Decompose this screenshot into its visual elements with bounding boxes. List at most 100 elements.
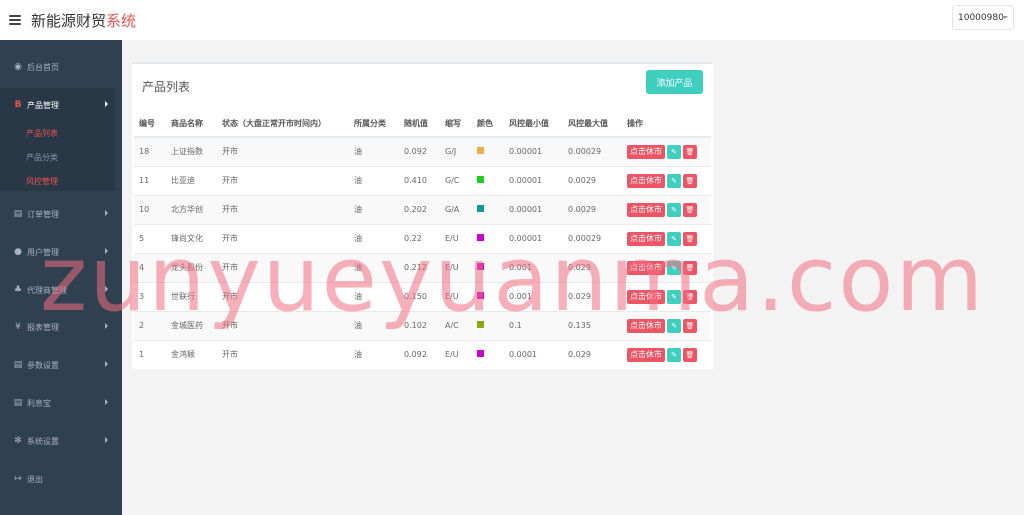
dashboard-icon: ◉ (14, 62, 22, 72)
close-market-button[interactable]: 点击休市 (627, 202, 665, 217)
cell-category: 油 (349, 165, 399, 195)
cell-id: 4 (134, 252, 166, 282)
col-header-risk-min: 风控最小值 (504, 111, 563, 138)
menu-icon[interactable] (9, 15, 21, 25)
cell-random: 0.202 (399, 194, 440, 224)
close-market-button[interactable]: 点击休市 (627, 144, 665, 159)
sidebar-subitem-product-category[interactable]: 产品分类 (26, 152, 58, 163)
sidebar-subitem-risk-control[interactable]: 风控管理 (26, 176, 58, 187)
cell-status: 开市 (217, 310, 349, 340)
cell-risk-max: 0.029 (563, 281, 622, 311)
cell-color (472, 310, 504, 340)
cell-actions: 点击休市 ✎ 🗑 (622, 223, 711, 253)
color-swatch (477, 350, 484, 358)
cell-abbr: E/U (440, 223, 472, 253)
cell-risk-min: 0.1 (504, 310, 563, 340)
sidebar-item-system[interactable]: ✻ 系统设置 (0, 426, 122, 456)
chevron-right-icon (105, 323, 108, 329)
trash-icon[interactable]: 🗑 (683, 144, 697, 159)
pencil-icon[interactable]: ✎ (667, 347, 681, 362)
trash-icon[interactable]: 🗑 (683, 318, 697, 333)
close-market-button[interactable]: 点击休市 (627, 260, 665, 275)
pencil-icon[interactable]: ✎ (667, 202, 681, 217)
close-market-button[interactable]: 点击休市 (627, 318, 665, 333)
cell-id: 1 (134, 339, 166, 369)
sidebar-item-params[interactable]: ▤ 参数设置 (0, 350, 122, 380)
copy-icon: ▤ (13, 360, 23, 370)
cell-status: 开市 (217, 165, 349, 195)
color-swatch (477, 234, 484, 241)
sidebar-item-logout[interactable]: ↦ 退出 (0, 464, 122, 494)
cell-id: 10 (134, 194, 166, 224)
close-market-button[interactable]: 点击休市 (627, 173, 665, 188)
copy-icon: ▤ (13, 398, 23, 408)
cell-category: 油 (349, 281, 399, 311)
col-header-actions: 操作 (622, 111, 711, 138)
close-market-button[interactable]: 点击休市 (627, 347, 665, 362)
cell-status: 开市 (217, 281, 349, 311)
sidebar-subitem-product-list[interactable]: 产品列表 (26, 128, 58, 139)
yen-icon: ¥ (15, 322, 21, 332)
color-swatch (477, 205, 484, 212)
color-swatch (477, 263, 484, 270)
trash-icon[interactable]: 🗑 (683, 231, 697, 246)
sidebar-item-label: 利息宝 (27, 398, 51, 408)
cell-abbr: G/J (440, 136, 472, 166)
close-market-button[interactable]: 点击休市 (627, 289, 665, 304)
trash-icon[interactable]: 🗑 (683, 202, 697, 217)
cell-status: 开市 (217, 339, 349, 369)
cell-risk-max: 0.00029 (563, 223, 622, 253)
cell-abbr: G/A (440, 194, 472, 224)
cell-risk-max: 0.029 (563, 339, 622, 369)
copy-icon: ▤ (13, 209, 23, 219)
trash-icon[interactable]: 🗑 (683, 347, 697, 362)
pencil-icon[interactable]: ✎ (667, 173, 681, 188)
cell-color (472, 339, 504, 369)
sidebar-item-label: 系统设置 (27, 436, 59, 446)
table-row: 10 北方华创 开市油 0.202 G/A 0.00001 0.0029 点击休市 ✎ 🗑 (134, 194, 711, 224)
pencil-icon[interactable]: ✎ (667, 318, 681, 333)
chevron-right-icon (105, 248, 108, 254)
pencil-icon[interactable]: ✎ (667, 289, 681, 304)
cell-color (472, 252, 504, 282)
chevron-right-icon (105, 286, 108, 292)
cell-name: 北方华创 (166, 194, 217, 224)
sidebar-item-users[interactable]: ● 用户管理 (0, 237, 122, 267)
cell-random: 0.102 (399, 310, 440, 340)
sidebar-item-products[interactable]: B 产品管理 (0, 90, 122, 120)
cell-risk-max: 0.0029 (563, 194, 622, 224)
cell-risk-min: 0.0001 (504, 339, 563, 369)
cell-random: 0.092 (399, 339, 440, 369)
page-title: 产品列表 (142, 80, 191, 94)
cell-category: 油 (349, 223, 399, 253)
add-product-button[interactable]: 添加产品 (646, 70, 703, 94)
sidebar-item-label: 产品管理 (27, 100, 59, 110)
cell-id: 5 (134, 223, 166, 253)
cell-random: 0.212 (399, 252, 440, 282)
cell-abbr: G/C (440, 165, 472, 195)
cell-category: 油 (349, 339, 399, 369)
pencil-icon[interactable]: ✎ (667, 144, 681, 159)
trash-icon[interactable]: 🗑 (683, 260, 697, 275)
cell-random: 0.22 (399, 223, 440, 253)
pencil-icon[interactable]: ✎ (667, 260, 681, 275)
close-market-button[interactable]: 点击休市 (627, 231, 665, 246)
cell-status: 开市 (217, 194, 349, 224)
col-header-category: 所属分类 (349, 111, 399, 138)
sidebar-item-label: 订单管理 (27, 209, 59, 219)
cell-category: 油 (349, 310, 399, 340)
cell-name: 上证指数 (166, 136, 217, 166)
user-account-select[interactable]: 10000980 (952, 5, 1014, 30)
sidebar-item-orders[interactable]: ▤ 订单管理 (0, 199, 122, 229)
sidebar-item-reports[interactable]: ¥ 报表管理 (0, 312, 122, 342)
pencil-icon[interactable]: ✎ (667, 231, 681, 246)
cell-risk-min: 0.001 (504, 281, 563, 311)
sidebar-item-interest[interactable]: ▤ 利息宝 (0, 388, 122, 418)
sidebar-item-agents[interactable]: ♣ 代理商管理 (0, 275, 122, 305)
trash-icon[interactable]: 🗑 (683, 289, 697, 304)
bitcoin-icon: B (14, 100, 22, 110)
chevron-right-icon (105, 210, 108, 216)
sidebar-item-dashboard[interactable]: ◉ 后台首页 (0, 52, 122, 82)
trash-icon[interactable]: 🗑 (683, 173, 697, 188)
cell-actions: 点击休市 ✎ 🗑 (622, 310, 711, 340)
